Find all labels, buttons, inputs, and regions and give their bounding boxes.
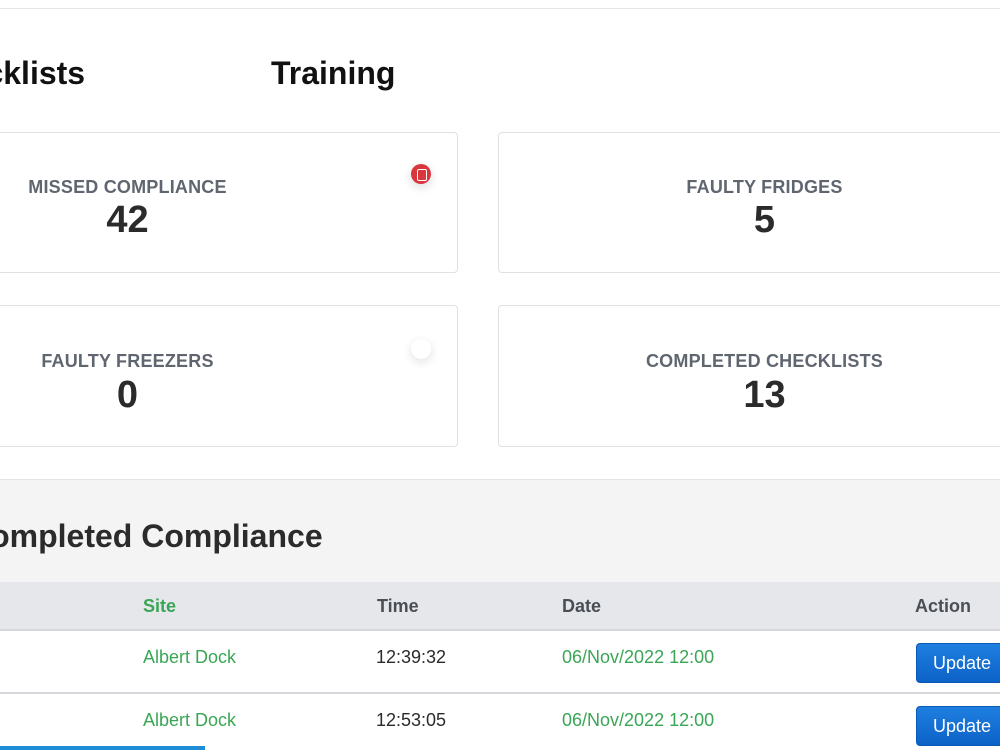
column-header-action: Action xyxy=(915,596,971,616)
scroll-indicator xyxy=(0,746,205,750)
card-label: MISSED COMPLIANCE xyxy=(28,177,227,197)
missed-compliance-card[interactable]: MISSED COMPLIANCE 42 xyxy=(0,132,458,273)
cell-time: 12:53:05 xyxy=(376,710,447,730)
table-row: Albert Dock 12:39:32 06/Nov/2022 12:00 U… xyxy=(0,631,1000,694)
section-title: Completed Compliance xyxy=(0,518,323,554)
faulty-freezers-card[interactable]: FAULTY FREEZERS 0 xyxy=(0,305,458,447)
table-header: Site Time Date Action xyxy=(0,582,1000,631)
tab-bar: Checklists Training xyxy=(0,55,1000,95)
tab-training[interactable]: Training xyxy=(271,55,395,92)
tablet-icon xyxy=(411,164,431,184)
card-label: FAULTY FREEZERS xyxy=(41,351,214,371)
column-header-time: Time xyxy=(377,596,419,616)
card-label: FAULTY FRIDGES xyxy=(686,177,843,197)
card-value: 5 xyxy=(753,199,776,241)
completed-compliance-section: Completed Compliance Site Time Date Acti… xyxy=(0,479,1000,750)
table-row: Albert Dock 12:53:05 06/Nov/2022 12:00 U… xyxy=(0,694,1000,750)
compliance-table: Site Time Date Action Albert Dock 12:39:… xyxy=(0,582,1000,750)
cell-site[interactable]: Albert Dock xyxy=(143,710,236,731)
cell-site[interactable]: Albert Dock xyxy=(143,647,236,668)
card-label: COMPLETED CHECKLISTS xyxy=(645,351,883,371)
cell-time: 12:39:32 xyxy=(376,647,447,667)
card-value: 42 xyxy=(106,199,149,241)
column-header-site[interactable]: Site xyxy=(143,596,176,617)
update-button[interactable]: Update xyxy=(916,643,1000,683)
update-button[interactable]: Update xyxy=(916,706,1000,746)
tab-checklists[interactable]: Checklists xyxy=(0,55,85,92)
top-divider xyxy=(0,8,1000,9)
completed-checklists-card[interactable]: COMPLETED CHECKLISTS 13 xyxy=(498,305,1000,447)
cell-date[interactable]: 06/Nov/2022 12:00 xyxy=(562,710,714,731)
card-value: 0 xyxy=(116,374,139,416)
column-header-date: Date xyxy=(562,596,602,616)
faulty-fridges-card[interactable]: FAULTY FRIDGES 5 xyxy=(498,132,1000,273)
dashboard-page: Checklists Training MISSED COMPLIANCE 42… xyxy=(0,0,1000,750)
dot-icon xyxy=(411,339,431,359)
card-value: 13 xyxy=(743,374,786,416)
cell-date[interactable]: 06/Nov/2022 12:00 xyxy=(562,647,714,668)
